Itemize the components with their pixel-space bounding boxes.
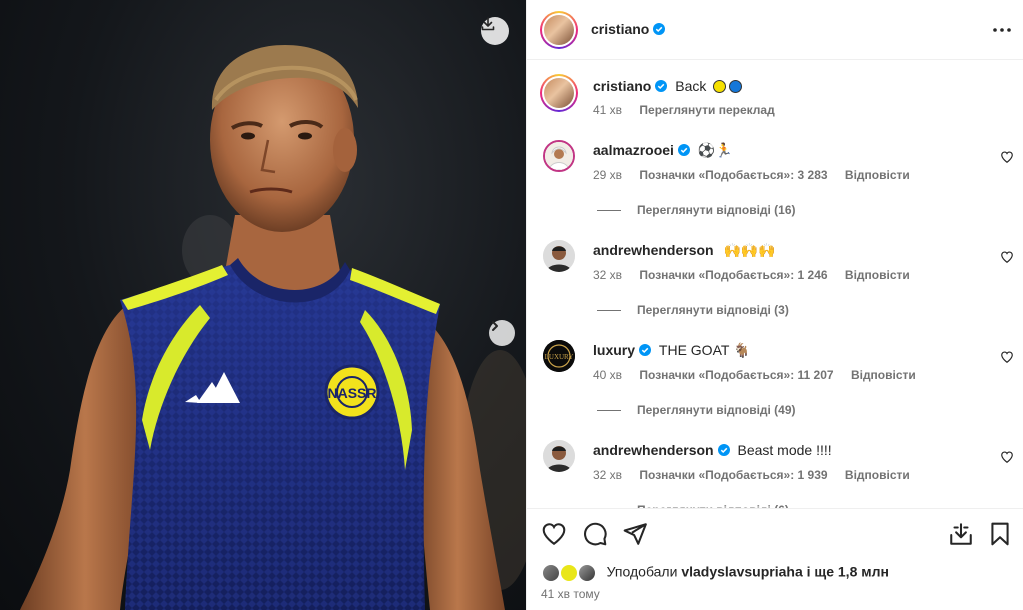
likes-summary: Уподобали vladyslavsupriaha і ще 1,8 млн (541, 563, 889, 583)
commenter-avatar[interactable] (543, 140, 575, 172)
comment-likes[interactable]: Позначки «Подобається»: 3 283 (639, 168, 827, 182)
liker-username[interactable]: vladyslavsupriaha (681, 564, 802, 580)
next-media-button[interactable] (489, 320, 515, 346)
heart-icon[interactable] (1000, 150, 1014, 164)
liker-avatar (576, 563, 597, 583)
caption-text: Back (675, 78, 707, 94)
download-icon (481, 17, 495, 31)
view-replies-button[interactable]: Переглянути відповіді (3) (597, 303, 789, 317)
comment-time: 40 хв (593, 368, 623, 382)
see-translation-link[interactable]: Переглянути переклад (639, 103, 774, 117)
comment-time: 29 хв (593, 168, 623, 182)
heart-icon[interactable] (541, 521, 567, 547)
reply-button[interactable]: Відповісти (845, 268, 910, 282)
likes-count[interactable]: і ще 1,8 млн (807, 564, 889, 580)
verified-badge-icon (677, 144, 690, 156)
comment-text: 🙌🙌🙌 (723, 242, 776, 258)
author-name-row: cristiano (591, 21, 666, 39)
post-time[interactable]: 41 хв тому (541, 587, 600, 601)
caption-avatar[interactable] (540, 74, 578, 112)
post-sidebar: cristiano cristiano Back 41 хв Перегляну… (526, 0, 1023, 610)
reply-button[interactable]: Відповісти (845, 168, 910, 182)
comment-likes[interactable]: Позначки «Подобається»: 11 207 (639, 368, 833, 382)
blue-circle-emoji (729, 80, 743, 93)
reply-button[interactable]: Відповісти (851, 368, 916, 382)
view-replies-button[interactable]: Переглянути відповіді (16) (597, 203, 796, 217)
post-header: cristiano (527, 0, 1023, 60)
chevron-right-icon (492, 321, 498, 331)
liker-avatar (558, 563, 579, 583)
post-actions: Уподобали vladyslavsupriaha і ще 1,8 млн… (527, 508, 1023, 610)
yellow-circle-emoji (713, 80, 727, 93)
comment-likes[interactable]: Позначки «Подобається»: 1 939 (639, 468, 827, 482)
comment-time: 32 хв (593, 468, 623, 482)
heart-icon[interactable] (1000, 450, 1014, 464)
caption-time: 41 хв (593, 103, 623, 117)
commenter-avatar[interactable] (543, 240, 575, 272)
post-photo: NASSR (20, 45, 526, 610)
verified-badge-icon (639, 344, 652, 356)
club-badge-text: NASSR (327, 385, 376, 401)
more-horizontal-icon[interactable] (990, 18, 1014, 42)
comment-username[interactable]: luxury (593, 342, 635, 358)
commenter-avatar[interactable] (543, 440, 575, 472)
reply-button[interactable]: Відповісти (845, 468, 910, 482)
comment-username[interactable]: andrewhenderson (593, 442, 714, 458)
comment-text: THE GOAT 🐐 (658, 342, 751, 358)
download-button[interactable] (481, 17, 509, 45)
save-to-collection-icon[interactable] (948, 521, 974, 547)
comment-username[interactable]: andrewhenderson (593, 242, 714, 258)
comment-text: Beast mode !!!! (737, 442, 832, 458)
verified-badge-icon (653, 23, 666, 35)
verified-badge-icon (717, 444, 730, 456)
comment-username[interactable]: aalmazrooei (593, 142, 674, 158)
comment-likes[interactable]: Позначки «Подобається»: 1 246 (639, 268, 827, 282)
verified-badge-icon (655, 80, 668, 92)
comment-text: ⚽🏃 (697, 142, 733, 158)
comment-icon[interactable] (582, 521, 608, 547)
view-replies-button[interactable]: Переглянути відповіді (49) (597, 403, 796, 417)
svg-text:LUXURY: LUXURY (545, 353, 574, 361)
heart-icon[interactable] (1000, 350, 1014, 364)
likes-prefix: Уподобали (606, 563, 678, 580)
post-media[interactable]: NASSR (0, 0, 526, 610)
author-avatar[interactable] (540, 11, 578, 49)
author-username[interactable]: cristiano (591, 21, 649, 37)
heart-icon[interactable] (1000, 250, 1014, 264)
comment-time: 32 хв (593, 268, 623, 282)
caption-username[interactable]: cristiano (593, 78, 651, 94)
paper-plane-icon[interactable] (622, 521, 648, 547)
bookmark-icon[interactable] (987, 521, 1013, 547)
commenter-avatar[interactable]: LUXURY (543, 340, 575, 372)
